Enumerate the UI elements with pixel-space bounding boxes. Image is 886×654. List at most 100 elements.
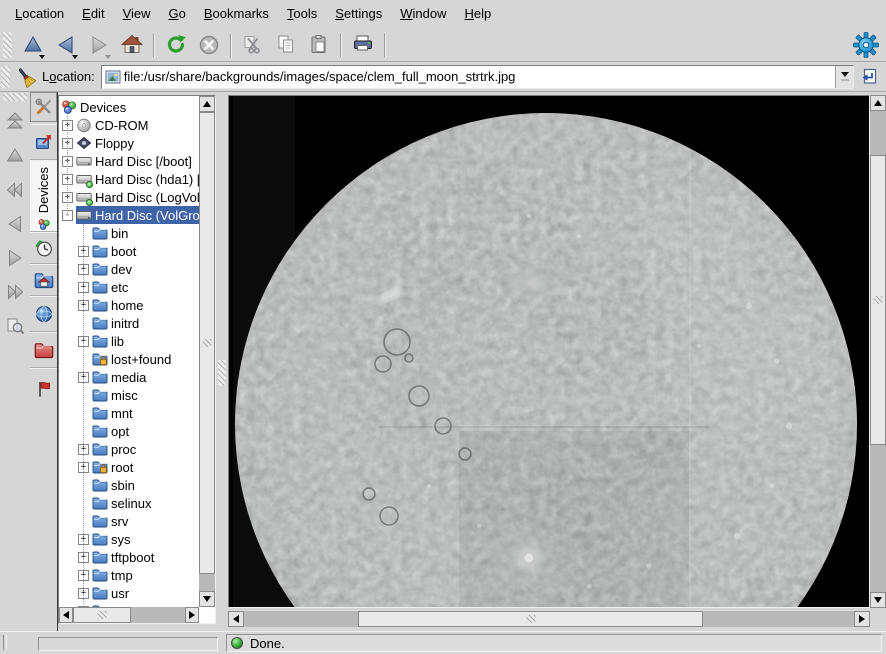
tree-item-initrd[interactable]: initrd: [59, 314, 199, 332]
tab-home-folder[interactable]: [30, 264, 57, 296]
tree-item-sbin[interactable]: sbin: [59, 476, 199, 494]
location-input[interactable]: file:/usr/share/backgrounds/images/space…: [124, 69, 516, 84]
menu-bookmarks[interactable]: Bookmarks: [195, 1, 278, 27]
double-up-button[interactable]: [0, 105, 30, 139]
tree-hscroll-thumb[interactable]: [73, 607, 131, 623]
image-vscroll-thumb[interactable]: [870, 155, 886, 445]
folder-icon: [92, 441, 108, 457]
copy-button[interactable]: [269, 30, 302, 60]
tree-item-home[interactable]: +home: [59, 296, 199, 314]
tree-item-misc[interactable]: misc: [59, 386, 199, 404]
menu-location[interactable]: Location: [6, 1, 73, 27]
tree-item-root[interactable]: +root: [59, 458, 199, 476]
tree-item-proc[interactable]: +proc: [59, 440, 199, 458]
tree-vscroll-thumb[interactable]: [199, 112, 215, 574]
tree-item-lib[interactable]: +lib: [59, 332, 199, 350]
tab-devices[interactable]: Devices: [30, 160, 57, 232]
go-button[interactable]: [858, 65, 882, 89]
tree-item-dev[interactable]: +dev: [59, 260, 199, 278]
tab-services[interactable]: [30, 368, 57, 408]
menu-window[interactable]: Window: [391, 1, 455, 27]
scroll-up-button[interactable]: [870, 95, 886, 111]
tree-horizontal-scrollbar[interactable]: [59, 607, 199, 623]
tab-root-folder[interactable]: [30, 332, 57, 368]
toolbar-drag-handle[interactable]: [3, 32, 12, 58]
scroll-down-button[interactable]: [199, 591, 215, 607]
tree-item-label: usr: [111, 586, 129, 601]
menu-edit[interactable]: Edit: [73, 1, 113, 27]
tab-history[interactable]: [30, 232, 57, 264]
tree-item-selinux[interactable]: selinux: [59, 494, 199, 512]
tree-item-hard-disc-hda1-[interactable]: +Hard Disc (hda1) [/: [59, 170, 199, 188]
scroll-right-button[interactable]: [185, 607, 199, 623]
tree-guide-line: [83, 224, 84, 604]
tree-item-mnt[interactable]: mnt: [59, 404, 199, 422]
menu-tools[interactable]: Tools: [278, 1, 326, 27]
tree-item-tftpboot[interactable]: +tftpboot: [59, 548, 199, 566]
location-toolbar-drag-handle[interactable]: [1, 66, 10, 88]
scroll-down-button[interactable]: [870, 592, 886, 608]
tree-item-label: opt: [111, 424, 129, 439]
print-button[interactable]: [346, 30, 379, 60]
stop-button[interactable]: [192, 30, 225, 60]
scroll-left-button[interactable]: [228, 611, 244, 627]
menu-view[interactable]: View: [114, 1, 160, 27]
menu-help[interactable]: Help: [456, 1, 501, 27]
scroll-up-button[interactable]: [199, 96, 215, 112]
image-vertical-scrollbar[interactable]: [870, 95, 886, 608]
tree-item-hard-disc-boot-[interactable]: +Hard Disc [/boot]: [59, 152, 199, 170]
tree-item-media[interactable]: +media: [59, 368, 199, 386]
find-button[interactable]: [0, 309, 30, 343]
tree-item-sys[interactable]: +sys: [59, 530, 199, 548]
panel-splitter[interactable]: [216, 92, 228, 632]
network-globe-icon: [34, 304, 54, 324]
location-dropdown-button[interactable]: [835, 66, 853, 88]
sidebar-config-button[interactable]: [30, 92, 57, 122]
double-left-arrows-icon: [5, 180, 25, 200]
image-horizontal-scrollbar[interactable]: [228, 611, 870, 627]
tree-item-boot[interactable]: +boot: [59, 242, 199, 260]
tab-network[interactable]: [30, 296, 57, 332]
tree-item-srv[interactable]: srv: [59, 512, 199, 530]
tree-item-tmp[interactable]: +tmp: [59, 566, 199, 584]
tree-vertical-scrollbar[interactable]: [199, 96, 215, 607]
tree-item-devices[interactable]: Devices: [59, 98, 199, 116]
extra-toolbar-drag-handle[interactable]: [3, 93, 27, 101]
menu-go[interactable]: Go: [160, 1, 195, 27]
back-button[interactable]: [49, 30, 82, 60]
tree-item-usr[interactable]: +usr: [59, 584, 199, 602]
scroll-right-button[interactable]: [854, 611, 870, 627]
tree-item-cd-rom[interactable]: +CD-ROM: [59, 116, 199, 134]
tree-item-opt[interactable]: opt: [59, 422, 199, 440]
paste-button[interactable]: [302, 30, 335, 60]
up-button[interactable]: [16, 30, 49, 60]
cut-button[interactable]: [236, 30, 269, 60]
home-button[interactable]: [115, 30, 148, 60]
scroll-left-button[interactable]: [59, 607, 73, 623]
reload-button[interactable]: [159, 30, 192, 60]
up-nav-button[interactable]: [0, 139, 30, 173]
tree-item-label: root: [111, 460, 133, 475]
forward-nav-button[interactable]: [0, 241, 30, 275]
tree-item-lost+found[interactable]: lost+found: [59, 350, 199, 368]
image-viewport[interactable]: [228, 95, 870, 608]
tab-bookmarks[interactable]: [30, 124, 57, 160]
go-enter-icon: [860, 67, 880, 87]
tree-item-label: CD-ROM: [95, 118, 148, 133]
double-forward-button[interactable]: [0, 275, 30, 309]
location-combobox[interactable]: file:/usr/share/backgrounds/images/space…: [101, 65, 854, 89]
double-back-button[interactable]: [0, 173, 30, 207]
menu-settings[interactable]: Settings: [326, 1, 391, 27]
konqueror-window: LocationEditViewGoBookmarksToolsSettings…: [0, 0, 886, 654]
tree-item-bin[interactable]: bin: [59, 224, 199, 242]
tree-item-hard-disc-volgrou[interactable]: -Hard Disc (VolGrou: [59, 206, 199, 224]
tree-item-etc[interactable]: +etc: [59, 278, 199, 296]
tree-item-label: dev: [111, 262, 132, 277]
forward-button[interactable]: [82, 30, 115, 60]
tree-item-hard-disc-logvolg[interactable]: +Hard Disc (LogVolG: [59, 188, 199, 206]
image-hscroll-thumb[interactable]: [358, 611, 703, 627]
clear-location-broom-icon[interactable]: [14, 66, 38, 88]
tree-item-floppy[interactable]: +Floppy: [59, 134, 199, 152]
back-nav-button[interactable]: [0, 207, 30, 241]
folder-icon: [92, 225, 108, 241]
